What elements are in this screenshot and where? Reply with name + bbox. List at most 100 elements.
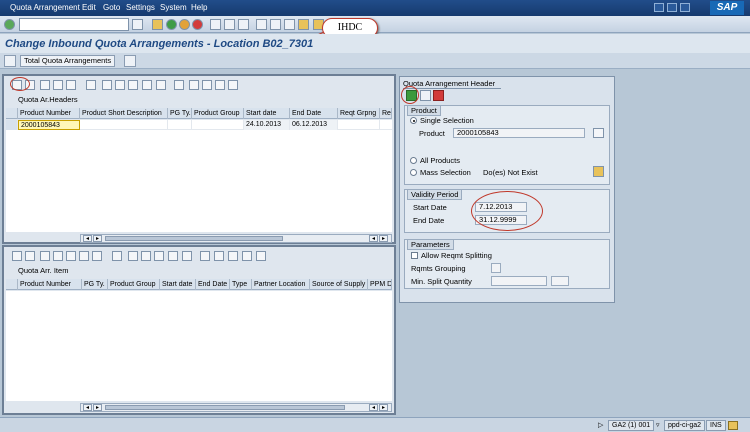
product-number-cell[interactable]: 2000105843	[18, 120, 80, 130]
end-date-cell[interactable]: 06.12.2013	[290, 120, 338, 130]
col-product-number[interactable]: Product Number	[18, 279, 82, 290]
sum-icon[interactable]	[112, 251, 122, 261]
minimize-icon[interactable]	[654, 3, 664, 12]
spreadsheet-icon[interactable]	[189, 80, 199, 90]
menu-help[interactable]: Help	[191, 3, 207, 12]
new-item-icon[interactable]	[12, 251, 22, 261]
scroll-thumb[interactable]	[105, 405, 345, 410]
find-in-table-icon[interactable]	[154, 251, 164, 261]
sort-ascending-icon[interactable]	[102, 80, 112, 90]
next-page-icon[interactable]	[284, 19, 295, 30]
product-desc-cell[interactable]	[80, 120, 168, 130]
last-page-icon[interactable]	[298, 19, 309, 30]
word-processing-icon[interactable]	[228, 251, 238, 261]
close-icon[interactable]	[680, 3, 690, 12]
scroll-thumb[interactable]	[105, 236, 283, 241]
filter-icon[interactable]	[141, 251, 151, 261]
cancel-icon[interactable]	[192, 19, 203, 30]
paste-icon[interactable]	[79, 251, 89, 261]
sort-ascending-icon[interactable]	[128, 251, 138, 261]
menu-goto[interactable]: Goto	[103, 3, 120, 12]
rqmts-grouping-field[interactable]	[491, 263, 501, 273]
find-icon[interactable]	[224, 19, 235, 30]
scroll-right-icon[interactable]: ▸	[93, 404, 102, 411]
delete-item-icon[interactable]	[25, 251, 35, 261]
col-end-date[interactable]: End Date	[290, 108, 338, 119]
filter-set-icon[interactable]	[168, 251, 178, 261]
single-selection-radio[interactable]	[410, 117, 417, 124]
scroll-left-end-icon[interactable]: ◂	[369, 235, 378, 242]
allow-splitting-checkbox[interactable]	[411, 252, 418, 259]
back-icon[interactable]	[166, 19, 177, 30]
mass-selection-radio[interactable]	[410, 169, 417, 176]
print-preview-icon[interactable]	[200, 251, 210, 261]
menu-system[interactable]: System	[160, 3, 187, 12]
col-product-number[interactable]: Product Number	[18, 108, 80, 119]
filter-set-icon[interactable]	[142, 80, 152, 90]
local-file-icon[interactable]	[215, 80, 225, 90]
scroll-right-icon[interactable]: ▸	[93, 235, 102, 242]
dropdown-icon[interactable]	[132, 19, 143, 30]
change-layout-icon[interactable]	[228, 80, 238, 90]
reqt-grouping-cell[interactable]	[338, 120, 380, 130]
copy-icon[interactable]	[420, 90, 431, 101]
row-selector[interactable]	[6, 120, 18, 130]
enter-icon[interactable]	[4, 19, 15, 30]
col-start-date[interactable]: Start date	[244, 108, 290, 119]
col-start-date[interactable]: Start date	[160, 279, 196, 290]
status-expand-icon[interactable]: ▷	[598, 421, 603, 429]
layout-icon[interactable]	[92, 251, 102, 261]
scroll-left-icon[interactable]: ◂	[83, 404, 92, 411]
cancel-x-icon[interactable]	[433, 90, 444, 101]
table-row[interactable]: 2000105843 24.10.2013 06.12.2013	[6, 120, 392, 130]
find-next-icon[interactable]	[238, 19, 249, 30]
product-field[interactable]: 2000105843	[453, 128, 585, 138]
total-quota-arrangements-button[interactable]: Total Quota Arrangements	[20, 55, 116, 67]
edit-pencil-icon[interactable]	[4, 55, 16, 67]
prev-page-icon[interactable]	[270, 19, 281, 30]
col-pg-type[interactable]: PG Ty.	[82, 279, 108, 290]
maximize-icon[interactable]	[667, 3, 677, 12]
command-field[interactable]	[19, 18, 129, 31]
select-all-cell[interactable]	[6, 108, 18, 119]
min-split-unit-field[interactable]	[551, 276, 569, 286]
print-preview-icon[interactable]	[174, 80, 184, 90]
col-re[interactable]: Re	[380, 108, 392, 119]
start-date-cell[interactable]: 24.10.2013	[244, 120, 290, 130]
pg-type-cell[interactable]	[168, 120, 192, 130]
col-partner-location[interactable]: Partner Location	[252, 279, 310, 290]
menu-quota-arrangement[interactable]: Quota Arrangement	[10, 3, 80, 12]
exit-icon[interactable]	[179, 19, 190, 30]
items-horizontal-scrollbar[interactable]: ◂ ▸ ◂ ▸	[80, 403, 392, 412]
col-product-short-description[interactable]: Product Short Description	[80, 108, 168, 119]
scroll-right-end-icon[interactable]: ▸	[379, 404, 388, 411]
scroll-left-icon[interactable]: ◂	[83, 235, 92, 242]
export-icon[interactable]	[182, 251, 192, 261]
col-product-group[interactable]: Product Group	[192, 108, 244, 119]
product-group-cell[interactable]	[192, 120, 244, 130]
find-in-table-icon[interactable]	[128, 80, 138, 90]
col-product-group[interactable]: Product Group	[108, 279, 160, 290]
local-file-icon[interactable]	[242, 251, 252, 261]
header-tab[interactable]: Quota Arrangement Header	[403, 79, 502, 89]
scroll-right-end-icon[interactable]: ▸	[379, 235, 388, 242]
menu-edit[interactable]: Edit	[82, 3, 96, 12]
col-source-of-supply[interactable]: Source of Supply	[310, 279, 368, 290]
sum-icon[interactable]	[86, 80, 96, 90]
find-icon[interactable]	[53, 80, 63, 90]
details-icon[interactable]	[40, 80, 50, 90]
system-dropdown-icon[interactable]: ▿	[656, 421, 660, 429]
filter-icon[interactable]	[115, 80, 125, 90]
refresh-icon[interactable]	[124, 55, 136, 67]
col-end-date[interactable]: End Date	[196, 279, 230, 290]
layout-icon[interactable]	[66, 80, 76, 90]
spreadsheet-icon[interactable]	[214, 251, 224, 261]
col-ppm[interactable]: PPM De	[368, 279, 392, 290]
change-layout-icon[interactable]	[256, 251, 266, 261]
col-reqt-grouping[interactable]: Reqt Grpng	[338, 108, 380, 119]
copy-icon[interactable]	[66, 251, 76, 261]
all-products-radio[interactable]	[410, 157, 417, 164]
col-pg-type[interactable]: PG Ty.	[168, 108, 192, 119]
mass-selection-icon[interactable]	[593, 166, 604, 177]
find-icon[interactable]	[53, 251, 63, 261]
